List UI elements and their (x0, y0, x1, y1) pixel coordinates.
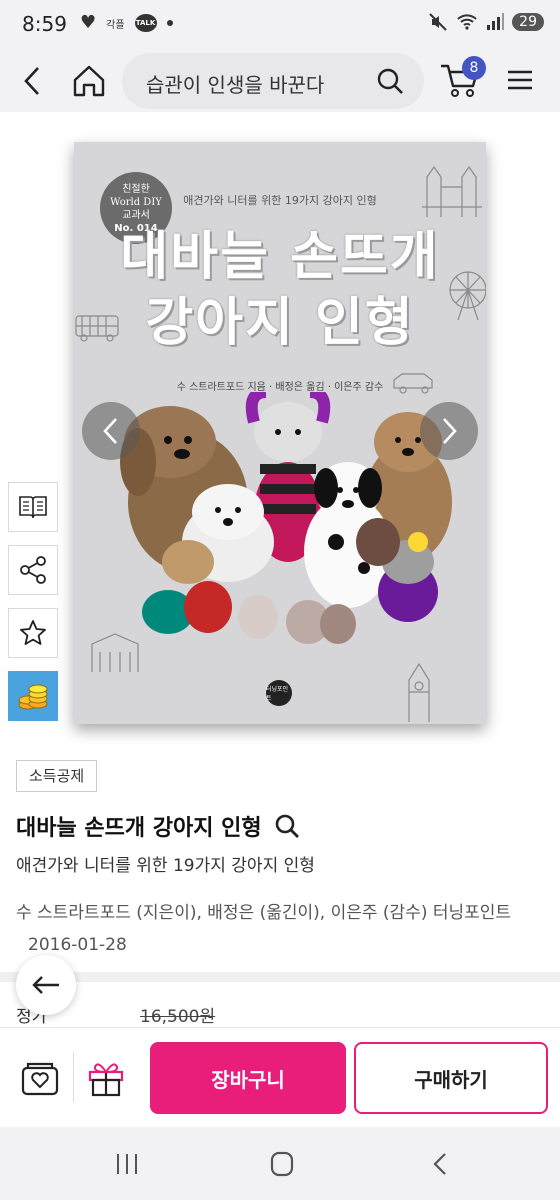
battery-indicator: 29 (512, 13, 544, 31)
notification-dot-icon (166, 20, 173, 26)
share-icon (20, 556, 46, 584)
wifi-icon (457, 14, 477, 30)
heart-icon: ♥ (80, 12, 97, 33)
search-title-icon[interactable] (274, 813, 300, 839)
status-app-label: 각플 (106, 19, 125, 31)
points-button[interactable] (8, 671, 58, 721)
mute-icon (429, 13, 447, 31)
tax-deduction-tag: 소득공제 (16, 760, 98, 792)
menu-icon[interactable] (506, 66, 534, 94)
cart-count-badge: 8 (462, 56, 486, 80)
recent-apps-icon[interactable] (112, 1149, 142, 1179)
bottom-action-bar: 장바구니 구매하기 (0, 1027, 560, 1127)
floating-back-button[interactable] (16, 955, 76, 1015)
authors-publisher-text[interactable]: 수 스트라트포드 (지은이), 배정은 (옮긴이), 이은주 (감수) 터닝포인… (16, 903, 511, 923)
home-icon[interactable] (70, 62, 108, 100)
publisher-logo: 터닝포인트 (266, 680, 292, 706)
gift-icon[interactable] (86, 1058, 126, 1098)
home-system-icon[interactable] (267, 1149, 297, 1179)
system-navigation-bar (0, 1127, 560, 1200)
search-icon[interactable] (376, 67, 404, 95)
storage-box-icon[interactable] (20, 1058, 60, 1098)
list-price: 16,500원 (140, 1007, 216, 1027)
knitted-dog-toys-illustration (120, 392, 452, 644)
cover-title-line2: 강아지 인형 (145, 293, 415, 353)
star-icon (20, 620, 46, 645)
status-time: 8:59 (22, 12, 67, 36)
previous-image-button[interactable] (82, 402, 140, 460)
back-icon[interactable] (18, 64, 50, 98)
cover-author-line: 수 스트라트포드 지음 · 배정은 옮김 · 이은주 감수 (176, 382, 384, 393)
open-book-icon (19, 496, 47, 519)
search-input-text: 습관이 인생을 바꾼다 (146, 73, 325, 97)
action-bar-separator (73, 1052, 74, 1102)
share-button[interactable] (8, 545, 58, 595)
product-title-row: 대바늘 손뜨개 강아지 인형 (16, 810, 300, 842)
talk-icon: TALK (134, 14, 157, 32)
cover-subtitle: 애견가와 니터를 위한 19가지 강아지 인형 (183, 194, 377, 207)
product-subtitle: 애견가와 니터를 위한 19가지 강아지 인형 (16, 856, 315, 876)
section-divider (0, 972, 560, 982)
search-input[interactable]: 습관이 인생을 바꾼다 (122, 53, 424, 109)
add-to-cart-button[interactable]: 장바구니 (150, 1042, 346, 1114)
preview-book-button[interactable] (8, 482, 58, 532)
cover-title-line1: 대바늘 손뜨개 (120, 227, 440, 287)
buy-now-button[interactable]: 구매하기 (354, 1042, 548, 1114)
product-title: 대바늘 손뜨개 강아지 인형 (16, 816, 262, 841)
publication-date: 2016-01-28 (28, 935, 127, 955)
favorite-button[interactable] (8, 608, 58, 658)
app-header: 습관이 인생을 바꾼다 8 (0, 50, 560, 112)
product-authors: 수 스트라트포드 (지은이), 배정은 (옮긴이), 이은주 (감수) 터닝포인… (16, 897, 546, 961)
product-image-area: 친절한 World DIY 교과서 No. 014 애견가와 니터를 위한 19… (0, 112, 560, 752)
status-left-icons: ♥ 각플 TALK (80, 14, 173, 32)
arrow-left-icon (32, 976, 59, 994)
status-right-icons: 29 (428, 12, 544, 32)
chevron-right-icon (443, 418, 457, 444)
status-bar: 8:59 ♥ 각플 TALK 29 (0, 0, 560, 50)
coins-icon (18, 684, 48, 710)
back-system-icon[interactable] (426, 1149, 456, 1179)
side-tool-bar (8, 482, 60, 734)
signal-icon (487, 13, 505, 30)
next-image-button[interactable] (420, 402, 478, 460)
chevron-left-icon (103, 418, 117, 444)
price-row: 정가 16,500원 (16, 1002, 546, 1028)
